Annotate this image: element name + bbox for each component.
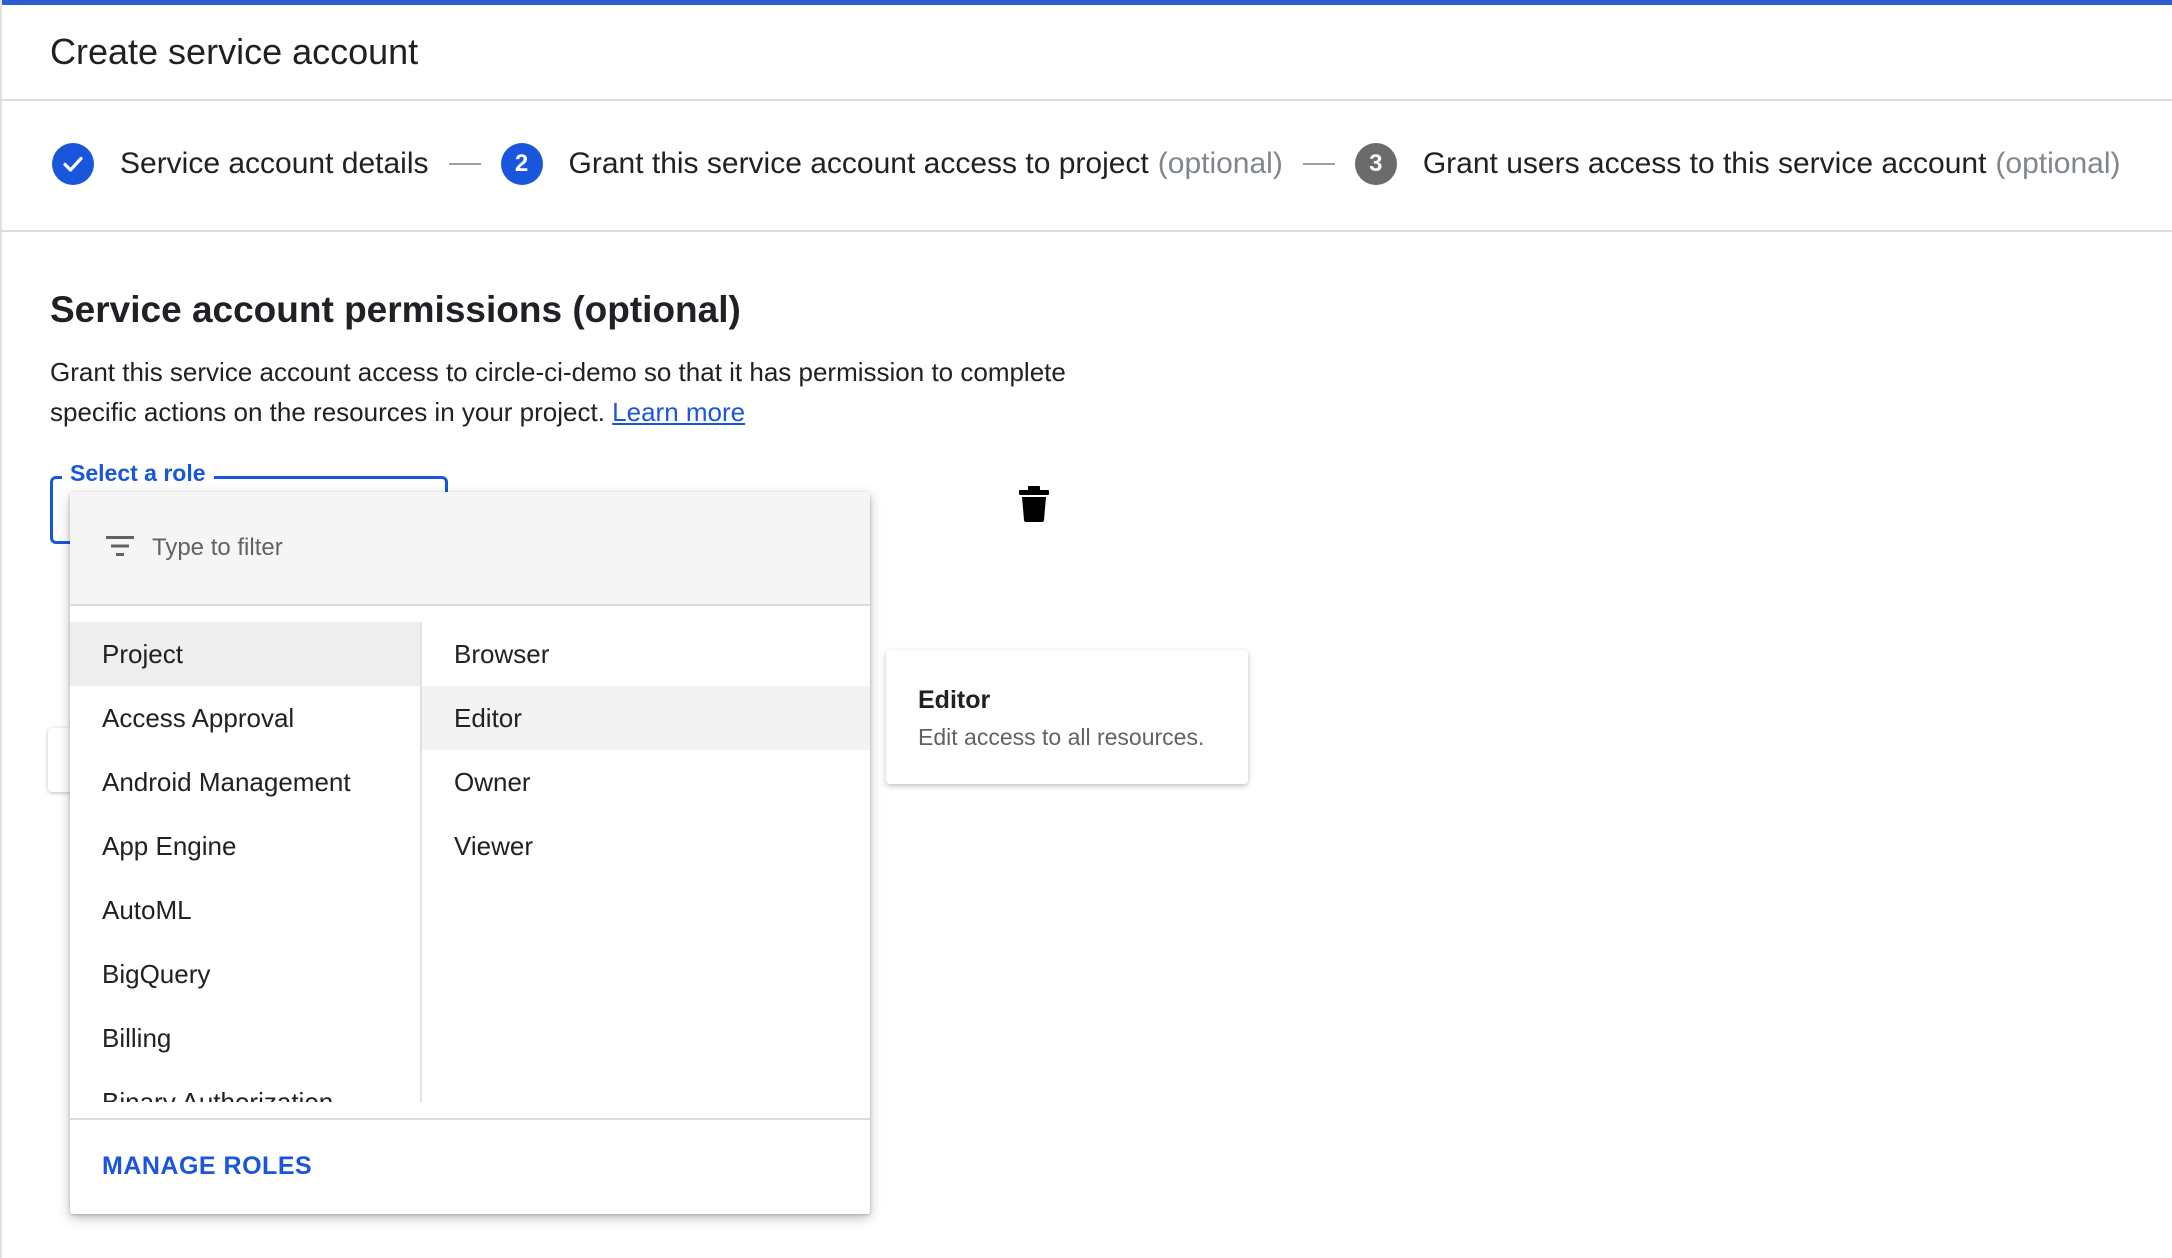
- step-optional-label: (optional): [1157, 147, 1283, 180]
- top-accent-bar: [0, 0, 2172, 5]
- delete-icon[interactable]: [1018, 486, 1050, 522]
- tooltip-description: Edit access to all resources.: [918, 724, 1205, 750]
- filter-input[interactable]: [152, 528, 812, 568]
- section-description: Grant this service account access to cir…: [50, 352, 1150, 432]
- category-item[interactable]: AutoML: [70, 878, 420, 942]
- category-item[interactable]: BigQuery: [70, 942, 420, 1006]
- filter-bar: [70, 492, 870, 606]
- step-service-account-details[interactable]: Service account details: [52, 143, 429, 185]
- step-grant-project-access[interactable]: 2 Grant this service account access to p…: [500, 143, 1283, 185]
- manage-roles-button[interactable]: MANAGE ROLES: [102, 1152, 312, 1181]
- role-dropdown: Project Access Approval Android Manageme…: [70, 492, 870, 1214]
- category-list: Project Access Approval Android Manageme…: [70, 622, 422, 1102]
- role-list: Browser Editor Owner Viewer: [422, 622, 870, 1102]
- stepper-divider: [0, 230, 2172, 232]
- header-divider: [0, 99, 2172, 101]
- step-label: Service account details: [120, 147, 429, 180]
- dropdown-footer: MANAGE ROLES: [70, 1118, 870, 1214]
- role-item[interactable]: Viewer: [422, 814, 870, 878]
- role-item[interactable]: Browser: [422, 622, 870, 686]
- role-tooltip: Editor Edit access to all resources.: [886, 650, 1248, 784]
- page-title: Create service account: [50, 31, 419, 72]
- category-item[interactable]: Binary Authorization: [70, 1070, 420, 1102]
- role-item[interactable]: Owner: [422, 750, 870, 814]
- filter-icon: [106, 536, 134, 556]
- category-item[interactable]: Project: [70, 622, 420, 686]
- check-icon: [52, 143, 94, 185]
- step-number-badge: 3: [1354, 143, 1397, 185]
- step-grant-users-access[interactable]: 3 Grant users access to this service acc…: [1354, 143, 2121, 185]
- category-item[interactable]: Access Approval: [70, 686, 420, 750]
- category-item[interactable]: Android Management: [70, 750, 420, 814]
- step-label: Grant this service account access to pro…: [568, 147, 1149, 180]
- step-label: Grant users access to this service accou…: [1422, 147, 1987, 180]
- stepper: Service account details 2 Grant this ser…: [52, 140, 2121, 188]
- category-item[interactable]: App Engine: [70, 814, 420, 878]
- step-number-badge: 2: [500, 143, 543, 185]
- step-optional-label: (optional): [1995, 147, 2121, 180]
- step-separator: [448, 163, 481, 165]
- learn-more-link[interactable]: Learn more: [612, 397, 745, 427]
- tooltip-title: Editor: [918, 686, 991, 714]
- left-border: [0, 0, 2, 1258]
- role-select-label: Select a role: [62, 458, 214, 488]
- section-title: Service account permissions (optional): [50, 289, 741, 330]
- step-separator: [1302, 163, 1335, 165]
- description-text: Grant this service account access to cir…: [50, 357, 1066, 427]
- role-item[interactable]: Editor: [422, 686, 870, 750]
- category-item[interactable]: Billing: [70, 1006, 420, 1070]
